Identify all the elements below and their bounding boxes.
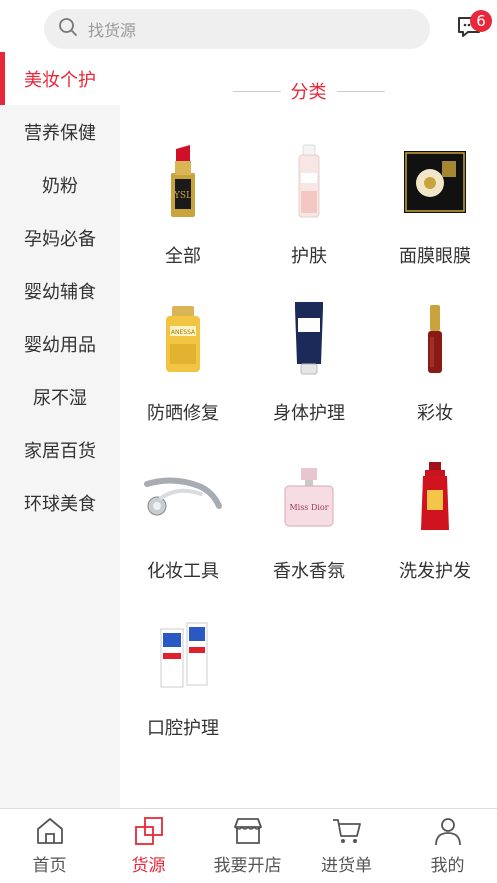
section-header: 分类 — [120, 77, 497, 105]
sidebar-item-baby-food[interactable]: 婴幼辅食 — [0, 264, 120, 317]
toothpaste-icon — [143, 614, 223, 694]
category-perfume[interactable]: Miss Dior 香水香氛 — [246, 457, 372, 607]
category-body-care[interactable]: 身体护理 — [246, 299, 372, 449]
sidebar-item-diapers[interactable]: 尿不湿 — [0, 370, 120, 423]
category-label: 化妆工具 — [147, 561, 219, 582]
section-title: 分类 — [290, 82, 327, 103]
divider-right — [336, 90, 385, 92]
category-label: 香水香氛 — [273, 561, 345, 582]
svg-text:YSL: YSL — [173, 191, 192, 201]
search-icon — [58, 17, 78, 41]
category-all[interactable]: YSL 全部 — [120, 142, 246, 292]
sidebar-item-nutrition[interactable]: 营养保健 — [0, 105, 120, 158]
category-masks[interactable]: 面膜眼膜 — [372, 142, 497, 292]
home-icon — [34, 815, 66, 847]
lipstick-icon: YSL — [143, 142, 223, 222]
tab-open-shop[interactable]: 我要开店 — [198, 809, 297, 883]
perfume-bottle-icon: Miss Dior — [269, 457, 349, 537]
sidebar-item-beauty[interactable]: 美妆个护 — [0, 52, 120, 105]
face-mask-box-icon — [395, 142, 475, 222]
tab-label: 我要开店 — [213, 856, 282, 876]
skincare-bottle-icon — [269, 142, 349, 222]
message-badge: 6 — [470, 10, 492, 32]
tab-source[interactable]: 货源 — [99, 809, 198, 883]
top-header: 找货源 6 — [0, 0, 497, 58]
divider-left — [232, 90, 281, 92]
category-label: 身体护理 — [273, 403, 345, 424]
sidebar-item-baby-supplies[interactable]: 婴幼用品 — [0, 317, 120, 370]
face-roller-icon — [143, 457, 223, 537]
bottom-tab-bar: 首页 货源 我要开店 进货单 我的 — [0, 808, 497, 883]
category-content: 分类 YSL 全部 护肤 面膜眼膜 ANESSA 防晒修复 身体护理 彩妆 化妆… — [120, 52, 497, 808]
category-oral-care[interactable]: 口腔护理 — [120, 614, 246, 764]
search-bar[interactable]: 找货源 — [44, 9, 430, 49]
svg-text:Miss Dior: Miss Dior — [289, 503, 328, 512]
category-makeup[interactable]: 彩妆 — [372, 299, 497, 449]
tab-label: 进货单 — [321, 856, 372, 876]
tab-mine[interactable]: 我的 — [398, 809, 497, 883]
search-placeholder: 找货源 — [88, 21, 137, 40]
category-sunscreen[interactable]: ANESSA 防晒修复 — [120, 299, 246, 449]
sidebar-item-maternity[interactable]: 孕妈必备 — [0, 211, 120, 264]
tab-label: 货源 — [131, 856, 166, 876]
sidebar-item-milk-powder[interactable]: 奶粉 — [0, 158, 120, 211]
category-hair-care[interactable]: 洗发护发 — [372, 457, 497, 607]
category-label: 口腔护理 — [147, 718, 219, 739]
lip-gloss-icon — [395, 299, 475, 379]
shop-icon — [232, 815, 264, 847]
tab-label: 首页 — [32, 856, 67, 876]
category-skincare[interactable]: 护肤 — [246, 142, 372, 292]
tab-purchase-list[interactable]: 进货单 — [297, 809, 396, 883]
source-icon — [133, 815, 165, 847]
sidebar-item-global-food[interactable]: 环球美食 — [0, 476, 120, 529]
user-icon — [432, 815, 464, 847]
svg-text:ANESSA: ANESSA — [171, 329, 196, 336]
body-lotion-tube-icon — [269, 299, 349, 379]
tab-home[interactable]: 首页 — [0, 809, 99, 883]
category-tools[interactable]: 化妆工具 — [120, 457, 246, 607]
category-label: 彩妆 — [417, 403, 453, 424]
category-label: 护肤 — [291, 246, 327, 267]
shampoo-bottle-icon — [395, 457, 475, 537]
sidebar-item-household[interactable]: 家居百货 — [0, 423, 120, 476]
category-label: 防晒修复 — [147, 403, 219, 424]
category-label: 面膜眼膜 — [399, 246, 471, 267]
tab-label: 我的 — [430, 856, 465, 876]
category-label: 洗发护发 — [399, 561, 471, 582]
category-label: 全部 — [165, 246, 201, 267]
category-sidebar: 美妆个护 营养保健 奶粉 孕妈必备 婴幼辅食 婴幼用品 尿不湿 家居百货 环球美… — [0, 52, 120, 808]
cart-icon — [331, 815, 363, 847]
sunscreen-bottle-icon: ANESSA — [143, 299, 223, 379]
